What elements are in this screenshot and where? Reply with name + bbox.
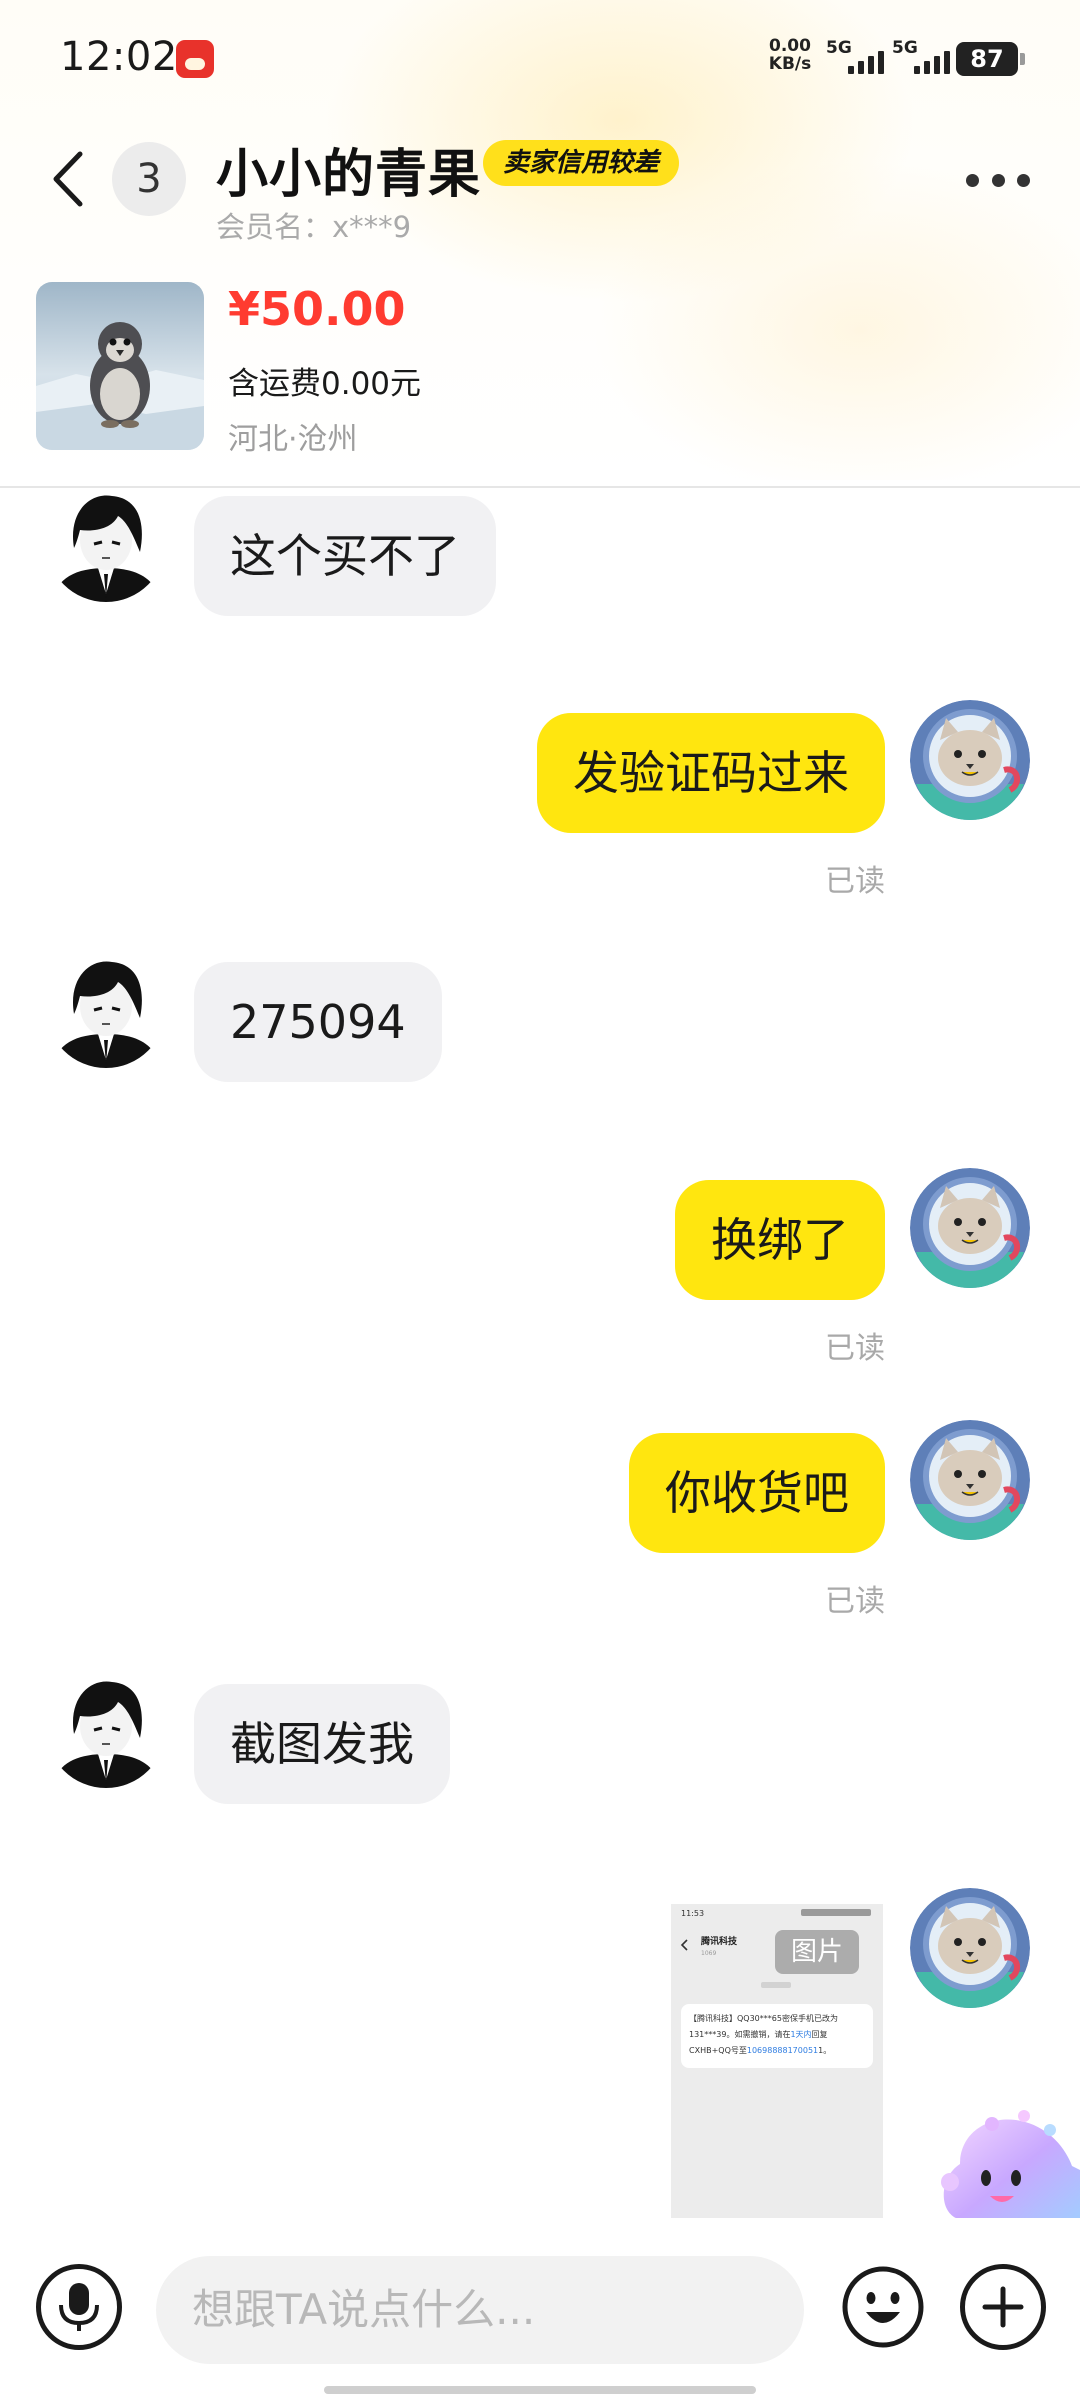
message-bubble-in[interactable]: 275094 bbox=[194, 962, 442, 1082]
home-indicator[interactable] bbox=[324, 2386, 756, 2394]
emoji-button[interactable] bbox=[840, 2264, 926, 2350]
voice-button[interactable] bbox=[36, 2264, 122, 2350]
anime-avatar-icon bbox=[46, 488, 166, 602]
app-notification-icon bbox=[176, 40, 214, 78]
emoji-icon bbox=[842, 2266, 924, 2348]
status-time: 12:02 bbox=[60, 34, 178, 80]
more-button[interactable] bbox=[966, 168, 1030, 192]
my-avatar[interactable] bbox=[910, 700, 1030, 820]
ss-line1: 【腾讯科技】QQ30***65密保手机已改为 bbox=[689, 2013, 838, 2023]
cat-astronaut-avatar-icon bbox=[910, 1168, 1030, 1288]
status-bar: 12:02 0.00 KB/s 5G 5G 87 bbox=[0, 0, 1080, 118]
cat-astronaut-avatar-icon bbox=[910, 1420, 1030, 1540]
contact-nickname: 小小的青果 bbox=[216, 145, 482, 205]
ss-line2: 131***39。如需撤销，请在 bbox=[689, 2029, 790, 2039]
message-bubble-out[interactable]: 你收货吧 bbox=[629, 1433, 885, 1553]
signal-icon-sim2: 5G bbox=[892, 38, 964, 78]
my-avatar[interactable] bbox=[910, 1888, 1030, 2008]
member-name: 会员名：x***9 bbox=[216, 210, 412, 244]
ss-number: 1069 bbox=[701, 1950, 716, 1957]
my-avatar[interactable] bbox=[910, 1168, 1030, 1288]
product-image[interactable] bbox=[36, 282, 204, 450]
ss-line3: CXHB+QQ号至 bbox=[689, 2046, 747, 2055]
ss-line2-end: 回复 bbox=[812, 2029, 828, 2039]
anime-avatar-icon bbox=[46, 1668, 166, 1788]
unread-count-badge[interactable]: 3 bbox=[112, 142, 186, 216]
battery-icon: 87 bbox=[956, 42, 1025, 76]
plus-icon bbox=[982, 2286, 1024, 2328]
anime-avatar-icon bbox=[46, 948, 166, 1068]
cat-astronaut-avatar-icon bbox=[910, 1888, 1030, 2008]
plus-button[interactable] bbox=[960, 2264, 1046, 2350]
image-label: 图片 bbox=[775, 1930, 859, 1974]
back-button[interactable] bbox=[44, 146, 94, 212]
message-input-placeholder: 想跟TA说点什么... bbox=[192, 2285, 536, 2334]
my-avatar[interactable] bbox=[910, 1420, 1030, 1540]
message-bubble-out[interactable]: 发验证码过来 bbox=[537, 713, 885, 833]
svg-text:CXHB+QQ号至106988881700511。: CXHB+QQ号至106988881700511。 bbox=[689, 2046, 831, 2055]
product-price: ¥50.00 bbox=[228, 282, 406, 336]
seller-credit-badge: 卖家信用较差 bbox=[483, 140, 680, 186]
image-message[interactable]: 11:53 腾讯科技 1069 【腾讯科技】QQ30***65密保手机已改为 1… bbox=[671, 1904, 883, 2218]
contact-avatar[interactable] bbox=[46, 488, 166, 602]
shipping-fee: 含运费0.00元 bbox=[228, 366, 422, 402]
cat-astronaut-avatar-icon bbox=[910, 700, 1030, 820]
input-bar: 想跟TA说点什么... bbox=[0, 2220, 1080, 2400]
ss-time: 11:53 bbox=[681, 1909, 704, 1918]
message-list[interactable]: 这个买不了 发验证码过来 已读 275094 换绑了 已读 你收货吧 已读 截图… bbox=[0, 488, 1080, 2218]
message-bubble-out[interactable]: 换绑了 bbox=[675, 1180, 885, 1300]
network-speed-unit: KB/s bbox=[768, 53, 812, 74]
product-location: 河北·沧州 bbox=[228, 422, 358, 457]
read-status: 已读 bbox=[825, 1584, 885, 1619]
more-horizontal-icon bbox=[966, 173, 979, 187]
message-bubble-in[interactable]: 这个买不了 bbox=[194, 496, 496, 616]
message-input[interactable]: 想跟TA说点什么... bbox=[156, 2256, 804, 2364]
read-status: 已读 bbox=[825, 864, 885, 899]
svg-text:131***39。如需撤销，请在1天内回复: 131***39。如需撤销，请在1天内回复 bbox=[689, 2029, 828, 2039]
signal-icon-sim1: 5G bbox=[826, 38, 898, 78]
ss-link: 10698888170051 bbox=[747, 2046, 818, 2055]
penguin-photo bbox=[36, 282, 204, 450]
microphone-icon bbox=[59, 2283, 99, 2331]
ss-highlight: 1天内 bbox=[790, 2029, 811, 2039]
ss-sender: 腾讯科技 bbox=[700, 1935, 738, 1947]
chat-screen: 12:02 0.00 KB/s 5G 5G 87 3 小小的青果 卖家信用较差 … bbox=[0, 0, 1080, 2400]
contact-avatar[interactable] bbox=[46, 948, 166, 1068]
message-bubble-in[interactable]: 截图发我 bbox=[194, 1684, 450, 1804]
contact-avatar[interactable] bbox=[46, 1668, 166, 1788]
network-speed: 0.00 KB/s bbox=[766, 37, 814, 74]
assistant-mascot-icon[interactable] bbox=[932, 2100, 1080, 2218]
ss-line3-end: 1。 bbox=[818, 2046, 831, 2055]
chevron-left-icon bbox=[53, 151, 83, 207]
read-status: 已读 bbox=[825, 1331, 885, 1366]
